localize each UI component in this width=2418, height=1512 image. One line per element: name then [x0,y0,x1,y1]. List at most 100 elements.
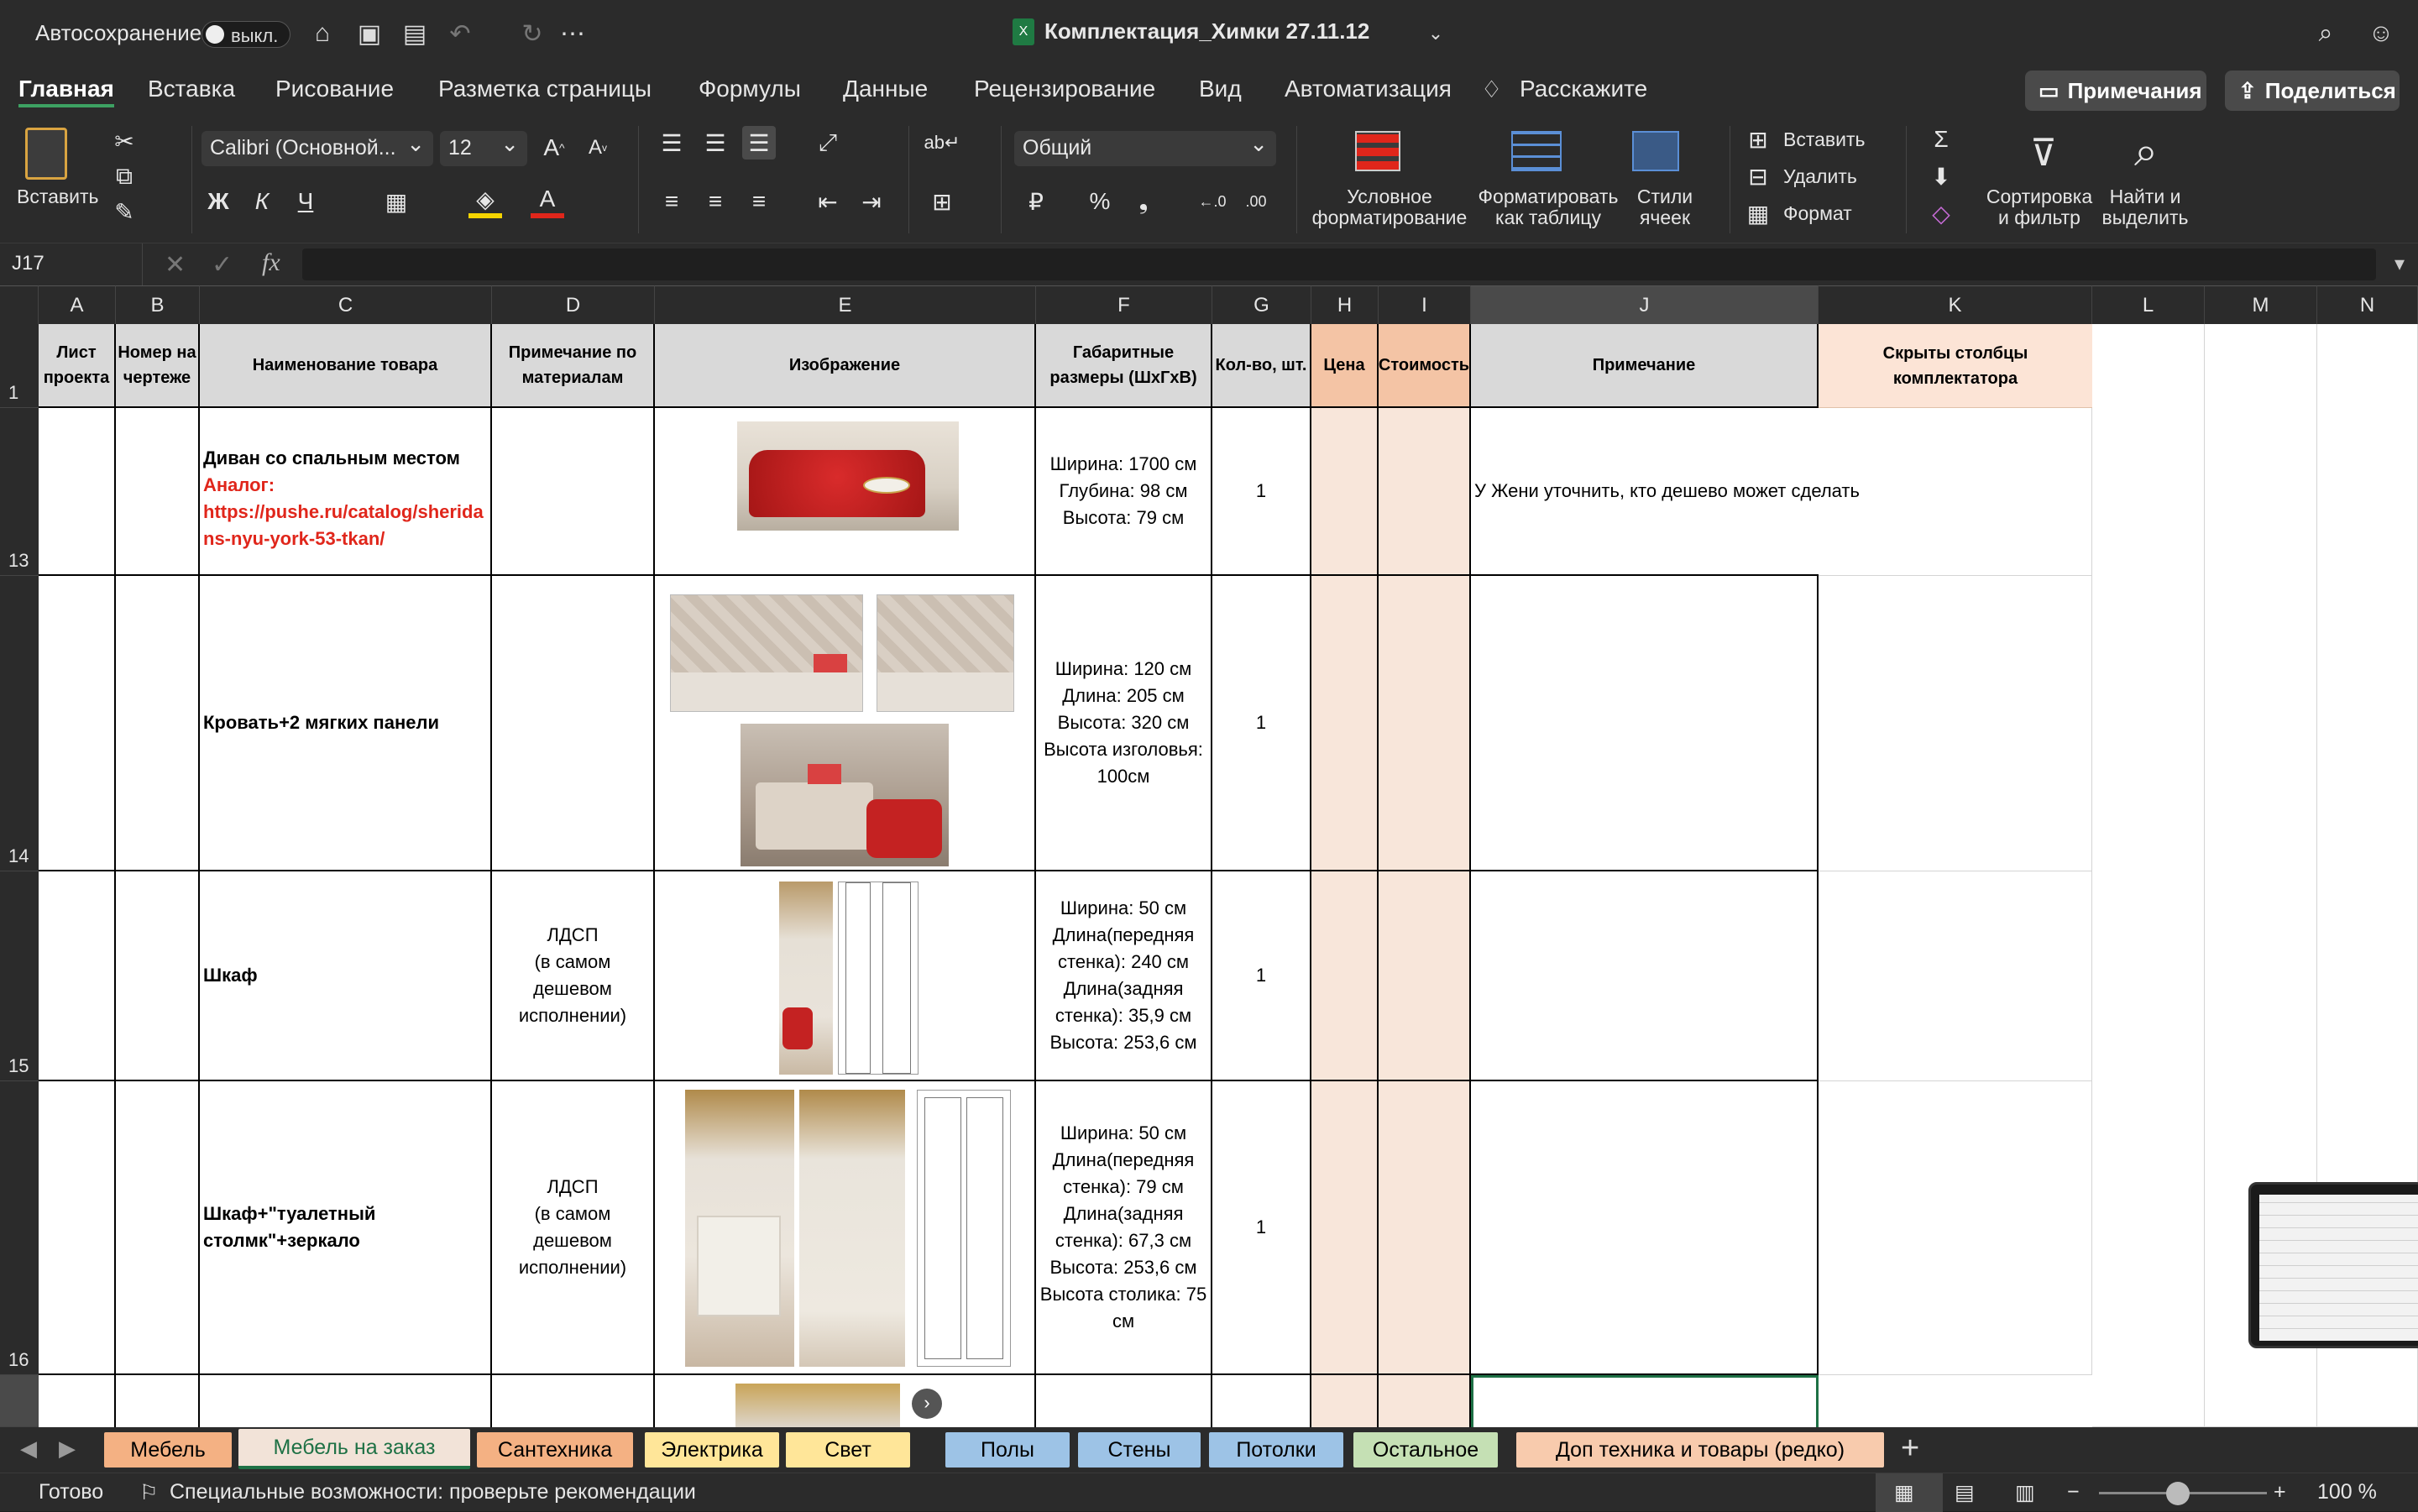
name-box[interactable]: J17 [0,243,143,285]
conditional-format-icon[interactable] [1355,131,1400,171]
header-f[interactable]: Габаритные размеры (ШхГхВ) [1036,324,1212,408]
sheet-tab[interactable]: Мебель на заказ [238,1429,470,1469]
cell-j17-selected[interactable] [1471,1375,1819,1427]
header-a[interactable]: Лист проекта [39,324,116,408]
wardrobe-photo-image[interactable] [779,882,833,1075]
column-l-cells[interactable] [2092,324,2205,1427]
fill-color-icon[interactable]: ◈ [468,185,502,218]
cell-d15[interactable]: ЛДСП (в самом дешевом исполнении) [492,871,655,1081]
search-icon[interactable]: ⌕ [2307,15,2344,52]
cell-i14[interactable] [1379,576,1471,871]
sheet-tab[interactable]: Потолки [1209,1432,1343,1468]
cell-d14[interactable] [492,576,655,871]
column-header-c[interactable]: C [200,285,492,324]
home-icon[interactable]: ⌂ [304,15,341,52]
copy-icon[interactable]: ⧉ [107,160,141,193]
worksheet-grid[interactable]: A B C D E F G H I J K L M N 1 13 14 15 1… [0,285,2418,1427]
conditional-format-label[interactable]: Условное форматирование [1310,186,1469,228]
align-center-icon[interactable]: ≡ [699,185,732,218]
cell-e14[interactable] [655,576,1036,871]
column-header-h[interactable]: H [1311,285,1379,324]
orientation-icon[interactable]: ⤢ [811,126,845,160]
account-icon[interactable]: ☺ [2363,15,2400,52]
find-select-label[interactable]: Найти и выделить [2099,186,2191,228]
format-cells-button[interactable]: Формат [1783,203,1852,224]
comments-button[interactable]: ▭ Примечания [2025,71,2206,111]
borders-icon[interactable]: ▦ [379,185,413,218]
cell-styles-label[interactable]: Стили ячеек [1627,186,1703,228]
increase-decimal-icon[interactable]: ←.0 [1196,185,1229,218]
cell-j15[interactable] [1471,871,1819,1081]
title-chevron-icon[interactable]: ⌄ [1417,15,1454,52]
font-color-icon[interactable]: A [531,185,564,218]
column-header-j[interactable]: J [1471,285,1819,324]
merge-cells-icon[interactable]: ⊞ [925,185,959,218]
cell-i17[interactable] [1379,1375,1471,1427]
cell-styles-icon[interactable] [1632,131,1679,171]
format-cells-icon[interactable]: ▦ [1741,196,1775,230]
cell-k14[interactable] [1819,576,2092,871]
sheet-tab[interactable]: Электрика [645,1432,779,1468]
share-button[interactable]: ⇪ Поделиться [2225,71,2400,111]
image-next-arrow-icon[interactable]: › [912,1389,942,1419]
zoom-level[interactable]: 100 % [2317,1480,2377,1504]
cell-c13[interactable]: Диван со спальным местом Аналог: https:/… [200,408,492,576]
font-name-select[interactable]: Calibri (Основной... [202,131,433,166]
page-break-view-icon[interactable]: ▥ [2015,1480,2035,1505]
cell-h13[interactable] [1311,408,1379,576]
sort-filter-label[interactable]: Сортировка и фильтр [1985,186,2094,228]
page-layout-view-icon[interactable]: ▤ [1955,1480,1975,1505]
cell-j13[interactable]: У Жени уточнить, кто дешево может сделат… [1471,408,1860,576]
cell-d16[interactable]: ЛДСП (в самом дешевом исполнении) [492,1081,655,1375]
cell-j14[interactable] [1471,576,1819,871]
decrease-indent-icon[interactable]: ⇤ [811,185,845,218]
cell-i13[interactable] [1379,408,1471,576]
increase-font-icon[interactable]: A ^ [537,131,571,165]
cell-h17[interactable] [1311,1375,1379,1427]
italic-button[interactable]: К [245,185,279,218]
cell-f17[interactable] [1036,1375,1212,1427]
row-header-14[interactable]: 14 [0,576,39,871]
more-icon[interactable]: ⋯ [554,15,591,52]
cell-c14[interactable]: Кровать+2 мягких панели [200,576,492,871]
header-h[interactable]: Цена [1311,324,1379,408]
cell-a15[interactable] [39,871,116,1081]
cell-c15[interactable]: Шкаф [200,871,492,1081]
cell-b15[interactable] [116,871,200,1081]
function-icon[interactable]: fx [262,249,280,277]
clear-icon[interactable]: ◇ [1924,196,1958,230]
cell-k15[interactable] [1819,871,2092,1081]
decrease-decimal-icon[interactable]: .00 [1239,185,1273,218]
cell-i15[interactable] [1379,871,1471,1081]
screenshot-thumbnail[interactable] [2248,1182,2418,1348]
increase-indent-icon[interactable]: ⇥ [855,185,888,218]
cell-c16[interactable]: Шкаф+"туалетный столмк"+зеркало [200,1081,492,1375]
sheet-tab[interactable]: Мебель [104,1432,232,1468]
cell-f13[interactable]: Ширина: 1700 см Глубина: 98 см Высота: 7… [1036,408,1212,576]
cell-a13[interactable] [39,408,116,576]
save-icon[interactable]: ▣ [351,15,388,52]
cell-f15[interactable]: Ширина: 50 см Длина(передняя стенка): 24… [1036,871,1212,1081]
insert-cells-button[interactable]: Вставить [1783,129,1866,150]
bed-drawing-side-image[interactable] [877,594,1014,712]
column-header-a[interactable]: A [39,285,116,324]
cell-b14[interactable] [116,576,200,871]
column-header-g[interactable]: G [1212,285,1311,324]
prev-sheet-icon[interactable]: ◀ [20,1436,37,1462]
tab-insert[interactable]: Вставка [148,74,235,104]
cell-b16[interactable] [116,1081,200,1375]
row-header-13[interactable]: 13 [0,408,39,576]
header-b[interactable]: Номер на чертеже [116,324,200,408]
column-header-d[interactable]: D [492,285,655,324]
header-d[interactable]: Примечание по материалам [492,324,655,408]
find-select-icon[interactable]: ⌕ [2119,124,2173,178]
row-header-16[interactable]: 16 [0,1081,39,1375]
autosum-icon[interactable]: Σ [1924,123,1958,156]
cell-g15[interactable]: 1 [1212,871,1311,1081]
sofa-image[interactable] [737,421,959,531]
sheet-tab[interactable]: Свет [786,1432,910,1468]
cancel-icon[interactable]: ✕ [165,250,186,280]
cell-h14[interactable] [1311,576,1379,871]
save-as-icon[interactable]: ▤ [396,15,433,52]
row-header-15[interactable]: 15 [0,871,39,1081]
